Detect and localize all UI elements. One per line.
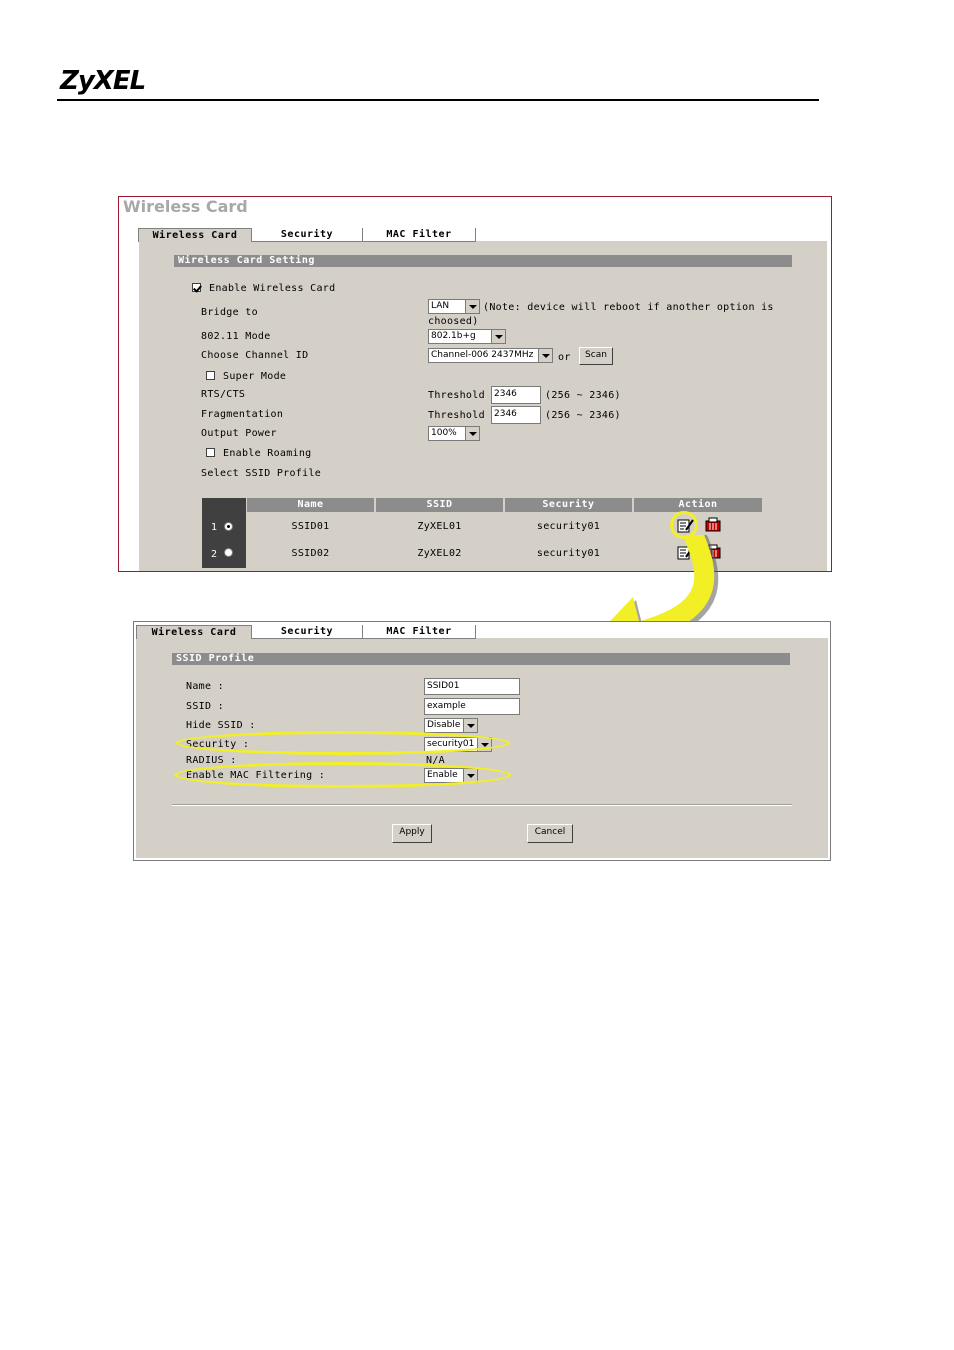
frag-threshold-input[interactable]: 2346 <box>491 406 541 424</box>
channel-label: Choose Channel ID <box>201 350 309 361</box>
mode-select[interactable]: 802.1b+g <box>428 329 506 344</box>
security-highlight-ellipse <box>176 731 510 755</box>
tab-mac-filter[interactable]: MAC Filter <box>363 625 476 639</box>
cell-ssid: ZyXEL02 <box>376 541 503 567</box>
zyxel-logo: ZyXEL <box>60 66 146 96</box>
tab-bar: Wireless Card Security MAC Filter <box>136 625 476 639</box>
tab-bar: Wireless Card Security MAC Filter <box>138 228 476 242</box>
rts-threshold-input[interactable]: 2346 <box>491 386 541 404</box>
delete-icon[interactable] <box>704 517 722 533</box>
ssid-profile-label: Select SSID Profile <box>201 468 322 479</box>
mac-filter-highlight-ellipse <box>174 762 511 788</box>
channel-select[interactable]: Channel-006 2437MHz <box>428 348 553 363</box>
tab-security[interactable]: Security <box>252 228 363 242</box>
hide-ssid-label: Hide SSID : <box>186 720 256 731</box>
rts-label: RTS/CTS <box>201 389 246 400</box>
power-label: Output Power <box>201 428 277 439</box>
rts-range: (256 ~ 2346) <box>545 390 621 401</box>
frag-label: Fragmentation <box>201 409 284 420</box>
ssid-input[interactable]: example <box>424 698 520 715</box>
row-index: 2 <box>211 549 218 560</box>
page-title: Wireless Card <box>123 197 248 216</box>
tab-mac-filter[interactable]: MAC Filter <box>363 228 476 242</box>
section-header: Wireless Card Setting <box>174 255 792 267</box>
select-ssid-radio[interactable] <box>224 522 233 531</box>
chevron-down-icon <box>465 300 479 313</box>
tab-wireless-card[interactable]: Wireless Card <box>138 228 252 242</box>
table-index-column <box>202 498 246 568</box>
chevron-down-icon <box>463 719 477 732</box>
tab-wireless-card[interactable]: Wireless Card <box>136 625 252 639</box>
cancel-button[interactable]: Cancel <box>527 824 573 843</box>
bridge-note: (Note: device will reboot if another opt… <box>483 302 774 313</box>
enable-wireless-checkbox[interactable] <box>192 283 201 292</box>
name-input[interactable]: SSID01 <box>424 678 520 695</box>
col-header-ssid: SSID <box>376 498 503 512</box>
section-header: SSID Profile <box>172 653 790 665</box>
power-select[interactable]: 100% <box>428 426 480 441</box>
header-rule <box>57 99 819 101</box>
select-ssid-radio[interactable] <box>224 548 233 557</box>
apply-button[interactable]: Apply <box>392 824 432 843</box>
hide-ssid-select[interactable]: Disable <box>424 718 478 733</box>
super-mode-checkbox[interactable] <box>206 371 215 380</box>
scan-button[interactable]: Scan <box>579 347 613 365</box>
ssid-label: SSID : <box>186 701 224 712</box>
mode-label: 802.11 Mode <box>201 331 271 342</box>
wireless-card-screenshot: Wireless Card Wireless Card Security MAC… <box>118 196 832 572</box>
super-mode-label: Super Mode <box>223 371 287 382</box>
rts-threshold-label: Threshold <box>428 390 485 401</box>
chevron-down-icon <box>465 427 479 440</box>
bridge-label: Bridge to <box>201 307 258 318</box>
frag-range: (256 ~ 2346) <box>545 410 621 421</box>
col-header-action: Action <box>634 498 762 512</box>
chevron-down-icon <box>491 330 505 343</box>
roaming-checkbox[interactable] <box>206 448 215 457</box>
frag-threshold-label: Threshold <box>428 410 485 421</box>
col-header-name: Name <box>247 498 374 512</box>
col-header-security: Security <box>505 498 632 512</box>
chevron-down-icon <box>538 349 552 362</box>
or-text: or <box>558 352 571 363</box>
divider <box>172 804 792 806</box>
roaming-label: Enable Roaming <box>223 448 312 459</box>
name-label: Name : <box>186 681 224 692</box>
cell-name: SSID02 <box>247 541 374 567</box>
tab-security[interactable]: Security <box>252 625 363 639</box>
cell-ssid: ZyXEL01 <box>376 514 503 540</box>
enable-wireless-label: Enable Wireless Card <box>209 283 336 294</box>
bridge-select[interactable]: LAN <box>428 299 480 314</box>
bridge-note-cont: choosed) <box>428 316 479 327</box>
cell-name: SSID01 <box>247 514 374 540</box>
row-index: 1 <box>211 522 218 533</box>
